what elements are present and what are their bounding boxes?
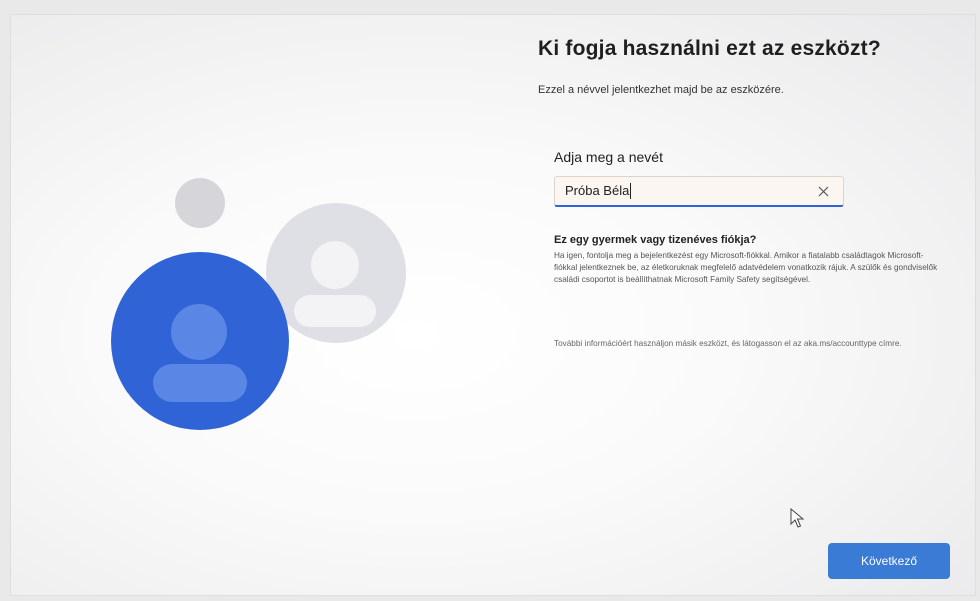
users-illustration [11,15,531,595]
avatar-head [311,241,359,289]
mouse-pointer-icon [790,508,805,528]
oobe-screen: Ki fogja használni ezt az eszközt? Ezzel… [10,14,976,596]
name-input[interactable]: Próba Béla [554,176,844,207]
avatar-body [294,295,376,327]
avatar-head [171,304,227,360]
decorative-dot [175,178,225,228]
text-caret [630,183,632,200]
more-info-text: További információért használjon másik e… [554,339,902,348]
child-account-heading: Ez egy gyermek vagy tizenéves fiókja? [554,234,757,246]
clear-input-button[interactable] [809,177,837,205]
avatar-body [153,364,247,402]
close-icon [818,186,828,196]
primary-user-avatar-icon [111,252,289,430]
name-field-label: Adja meg a nevét [554,149,663,165]
child-account-text: Ha igen, fontolja meg a bejelentkezést e… [554,251,938,284]
next-button[interactable]: Következő [828,543,950,579]
page-title: Ki fogja használni ezt az eszközt? [538,37,881,60]
name-input-value[interactable]: Próba Béla [555,183,809,200]
page-subtitle: Ezzel a névvel jelentkezhet majd be az e… [538,84,784,96]
